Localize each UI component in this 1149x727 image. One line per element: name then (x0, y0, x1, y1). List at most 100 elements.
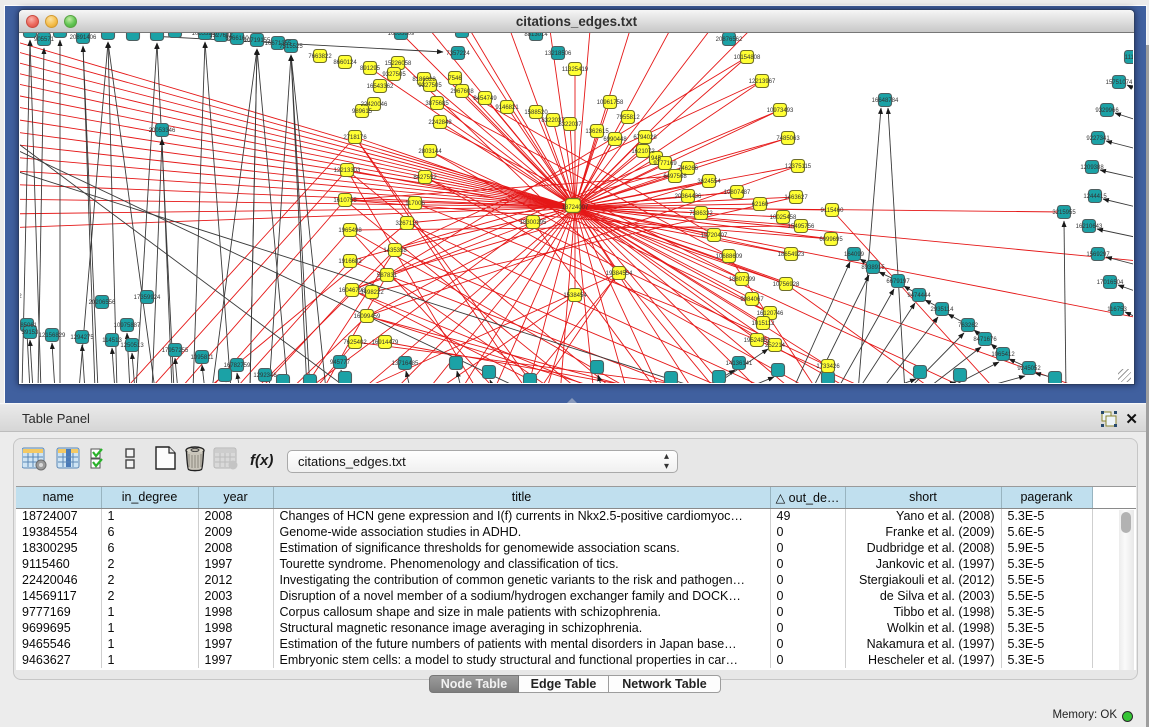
svg-text:15226058: 15226058 (385, 61, 412, 67)
svg-text:16648784: 16648784 (872, 98, 899, 104)
svg-text:16543362: 16543362 (367, 84, 394, 90)
svg-text:10154808: 10154808 (734, 55, 761, 61)
svg-text:9327505: 9327505 (418, 83, 442, 89)
svg-text:9227341: 9227341 (1086, 136, 1110, 142)
svg-text:15751074: 15751074 (1106, 80, 1133, 86)
svg-text:10807487: 10807487 (724, 190, 751, 196)
svg-text:3624554: 3624554 (697, 179, 721, 185)
svg-text:16782759: 16782759 (224, 363, 251, 369)
svg-text:1463627: 1463627 (784, 195, 808, 201)
svg-text:252214: 252214 (765, 343, 786, 349)
svg-text:15495756: 15495756 (788, 224, 815, 230)
svg-text:1015112: 1015112 (752, 321, 776, 327)
svg-text:117006: 117006 (405, 201, 425, 207)
svg-text:7386322: 7386322 (689, 211, 713, 217)
svg-text:12156829: 12156829 (39, 333, 66, 339)
svg-text:763262: 763262 (958, 323, 979, 329)
svg-text:20206556: 20206556 (89, 300, 116, 306)
svg-text:20876562: 20876562 (716, 37, 743, 43)
svg-text:10975887: 10975887 (114, 323, 141, 329)
svg-text:10025458: 10025458 (770, 215, 797, 221)
svg-text:1294275: 1294275 (70, 335, 94, 341)
svg-text:12213967: 12213967 (749, 79, 776, 85)
svg-text:2242848: 2242848 (428, 120, 452, 126)
svg-text:7515525: 7515525 (279, 44, 303, 50)
svg-text:17016504: 17016504 (1097, 280, 1124, 286)
svg-text:9115460: 9115460 (821, 208, 845, 214)
svg-text:1569297: 1569297 (1086, 252, 1110, 258)
svg-text:3215955: 3215955 (1052, 210, 1076, 216)
svg-text:13218506: 13218506 (545, 51, 572, 57)
svg-text:12213303: 12213303 (334, 168, 361, 174)
svg-text:7485063: 7485063 (776, 136, 800, 142)
svg-text:185061: 185061 (20, 323, 38, 329)
svg-text:6990448: 6990448 (603, 137, 627, 143)
svg-text:1916682: 1916682 (338, 259, 362, 265)
svg-text:16120746: 16120746 (757, 311, 784, 317)
svg-text:16210643: 16210643 (1076, 224, 1103, 230)
svg-text:18300295: 18300295 (520, 220, 547, 226)
svg-text:18724007: 18724007 (562, 205, 589, 211)
svg-text:1292346: 1292346 (253, 373, 277, 379)
svg-text:905571: 905571 (34, 37, 55, 43)
svg-text:18807299: 18807299 (729, 277, 756, 283)
svg-text:3875685: 3875685 (425, 101, 449, 107)
svg-text:7357224: 7357224 (446, 51, 470, 57)
svg-text:1209388: 1209388 (1080, 165, 1104, 171)
svg-text:10961758: 10961758 (597, 100, 624, 106)
svg-text:1588520: 1588520 (524, 110, 548, 116)
svg-text:8938915: 8938915 (861, 265, 885, 271)
svg-text:13716485: 13716485 (392, 361, 419, 367)
svg-text:10756928: 10756928 (773, 282, 800, 288)
svg-text:15720407: 15720407 (701, 233, 728, 239)
svg-text:1538454: 1538454 (563, 293, 587, 299)
svg-text:9329966: 9329966 (1095, 108, 1119, 114)
svg-text:10688609: 10688609 (716, 254, 743, 260)
svg-text:2967608: 2967608 (450, 89, 474, 95)
svg-text:891295: 891295 (360, 66, 381, 72)
svg-text:7546: 7546 (448, 76, 462, 82)
svg-text:19384554: 19384554 (606, 271, 633, 277)
svg-text:1244415: 1244415 (1083, 194, 1107, 200)
svg-text:39153: 39153 (22, 330, 39, 336)
svg-text:6794028: 6794028 (633, 135, 657, 141)
svg-text:1435358: 1435358 (383, 248, 407, 254)
svg-text:3267110: 3267110 (396, 221, 420, 227)
svg-text:1965498: 1965498 (338, 228, 362, 234)
svg-text:20364436: 20364436 (675, 194, 702, 200)
svg-text:6497568: 6497568 (663, 174, 687, 180)
svg-text:7663822: 7663822 (308, 54, 332, 60)
svg-text:f(x): f(x) (250, 452, 273, 469)
svg-text:17957255: 17957255 (162, 348, 189, 354)
svg-text:1498222: 1498222 (360, 290, 384, 296)
svg-text:16033809: 16033809 (388, 33, 415, 37)
svg-text:945777: 945777 (330, 360, 351, 366)
svg-text:116753: 116753 (1107, 307, 1127, 313)
svg-text:164099: 164099 (844, 252, 865, 258)
svg-text:8813014: 8813014 (524, 33, 548, 38)
svg-text:16914479: 16914479 (372, 340, 399, 346)
svg-text:20053346: 20053346 (149, 128, 176, 134)
svg-text:9777169: 9777169 (653, 161, 677, 167)
svg-text:16099459: 16099459 (354, 314, 381, 320)
svg-text:1621072: 1621072 (631, 149, 655, 155)
svg-text:1112: 1112 (1125, 55, 1133, 61)
svg-text:11325419: 11325419 (562, 67, 589, 73)
svg-text:7625402: 7625402 (343, 340, 367, 346)
svg-text:989615: 989615 (352, 109, 373, 115)
svg-text:62160: 62160 (752, 202, 769, 208)
svg-text:6099695: 6099695 (819, 237, 843, 243)
svg-text:587831: 587831 (377, 273, 398, 279)
svg-text:20891406: 20891406 (70, 35, 97, 41)
svg-text:1250513: 1250513 (120, 343, 144, 349)
svg-text:9327505: 9327505 (382, 72, 406, 78)
svg-text:2803144: 2803144 (418, 149, 442, 155)
svg-text:12375115: 12375115 (785, 164, 812, 170)
svg-text:1733426: 1733426 (816, 364, 840, 370)
svg-text:8427552: 8427552 (413, 175, 437, 181)
svg-text:2718176: 2718176 (343, 135, 367, 141)
svg-text:1362615: 1362615 (585, 129, 609, 135)
svg-text:2935114: 2935114 (931, 307, 955, 313)
svg-text:746266: 746266 (678, 166, 699, 172)
svg-text:6679197: 6679197 (886, 279, 910, 285)
